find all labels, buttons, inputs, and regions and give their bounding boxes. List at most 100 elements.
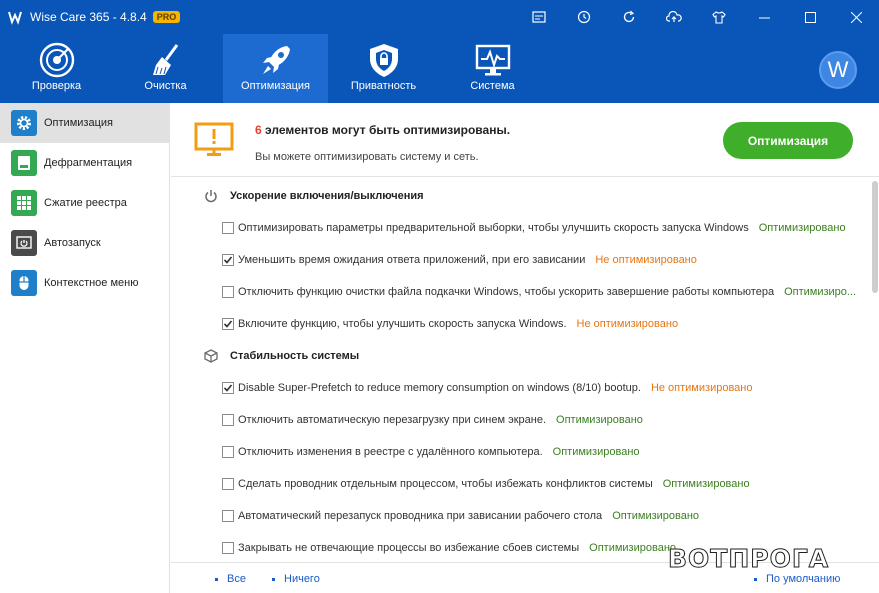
- summary-header: 6 элементов могут быть оптимизированы. В…: [171, 103, 879, 177]
- item-text: Disable Super-Prefetch to reduce memory …: [238, 382, 641, 394]
- broom-icon: [147, 41, 185, 79]
- rocket-icon: [257, 41, 295, 79]
- main-panel: 6 элементов могут быть оптимизированы. В…: [171, 103, 879, 593]
- power-icon: [11, 230, 37, 256]
- item-checkbox[interactable]: [222, 414, 234, 426]
- section-header: Ускорение включения/выключения: [171, 180, 871, 212]
- optimize-button[interactable]: Оптимизация: [723, 122, 853, 159]
- sidebar-item-label: Оптимизация: [44, 117, 113, 129]
- main-nav: Проверка Очистка Оптимизация Приватность…: [0, 34, 879, 103]
- item-text: Уменьшить время ожидания ответа приложен…: [238, 254, 586, 266]
- nav-tab-privacy[interactable]: Приватность: [331, 34, 436, 103]
- nav-tab-cleanup[interactable]: Очистка: [113, 34, 218, 103]
- item-status: Не оптимизировано: [650, 382, 753, 394]
- item-checkbox[interactable]: [222, 510, 234, 522]
- history-icon[interactable]: [561, 0, 606, 34]
- item-status: Оптимизировано: [662, 478, 750, 490]
- shield-icon: [365, 41, 403, 79]
- sidebar-item-registry[interactable]: Сжатие реестра: [0, 183, 169, 223]
- list-item: Отключить функцию очистки файла подкачки…: [171, 276, 871, 308]
- list-item: Отключить изменения в реестре с удалённо…: [171, 436, 871, 468]
- mouse-icon: [11, 270, 37, 296]
- item-status: Оптимизиро...: [784, 286, 857, 298]
- dashboard-icon[interactable]: [516, 0, 561, 34]
- sidebar-item-label: Автозапуск: [44, 237, 101, 249]
- item-checkbox[interactable]: [222, 286, 234, 298]
- nav-tab-label: Очистка: [144, 80, 187, 92]
- sidebar-item-label: Контекстное меню: [44, 277, 139, 289]
- nav-tab-system[interactable]: Система: [440, 34, 545, 103]
- cloud-upload-icon[interactable]: [651, 0, 696, 34]
- nav-tab-label: Система: [470, 80, 515, 92]
- item-text: Отключить функцию очистки файла подкачки…: [238, 286, 775, 298]
- warning-monitor-icon: [194, 122, 234, 163]
- grid-icon: [11, 190, 37, 216]
- item-status: Оптимизировано: [552, 446, 640, 458]
- item-status: Оптимизировано: [612, 510, 700, 522]
- sidebar-item-optimization[interactable]: Оптимизация: [0, 103, 169, 143]
- item-checkbox[interactable]: [222, 446, 234, 458]
- item-status: Не оптимизировано: [595, 254, 697, 266]
- item-text: Включите функцию, чтобы улучшить скорост…: [238, 318, 567, 330]
- refresh-icon[interactable]: [606, 0, 651, 34]
- nav-tab-scan[interactable]: Проверка: [4, 34, 109, 103]
- section-header: Стабильность системы: [171, 340, 871, 372]
- nav-tab-label: Оптимизация: [241, 80, 310, 92]
- item-text: Оптимизировать параметры предварительной…: [238, 222, 749, 234]
- list-item: Включите функцию, чтобы улучшить скорост…: [171, 308, 871, 340]
- item-text: Закрывать не отвечающие процессы во избе…: [238, 542, 580, 554]
- shirt-icon[interactable]: [696, 0, 741, 34]
- sidebar-item-label: Сжатие реестра: [44, 197, 127, 209]
- item-status: Оптимизировано: [556, 414, 643, 426]
- title-bar: Wise Care 365 - 4.8.4 PRO: [0, 0, 879, 34]
- item-checkbox[interactable]: [222, 478, 234, 490]
- item-text: Автоматический перезапуск проводника при…: [238, 510, 603, 522]
- select-none-label: Ничего: [284, 573, 320, 585]
- nav-tab-label: Приватность: [350, 80, 417, 92]
- item-checkbox[interactable]: [222, 542, 234, 554]
- list-item: Оптимизировать параметры предварительной…: [171, 212, 871, 244]
- section-title: Ускорение включения/выключения: [230, 190, 424, 202]
- select-all-link[interactable]: Все: [215, 573, 246, 585]
- list-item: Сделать проводник отдельным процессом, ч…: [171, 468, 871, 500]
- disk-icon: [11, 150, 37, 176]
- summary-headline-text: элементов могут быть оптимизированы.: [261, 123, 511, 137]
- item-checkbox[interactable]: [222, 382, 234, 394]
- default-label: По умолчанию: [766, 573, 841, 585]
- minimize-icon[interactable]: [741, 0, 787, 34]
- monitor-icon: [474, 41, 512, 79]
- nav-tab-optimize[interactable]: Оптимизация: [223, 34, 328, 103]
- app-logo-icon: [6, 8, 24, 26]
- sidebar-item-startup[interactable]: Автозапуск: [0, 223, 169, 263]
- list-item: Отключить автоматическую перезагрузку пр…: [171, 404, 871, 436]
- item-checkbox[interactable]: [222, 222, 234, 234]
- select-none-link[interactable]: Ничего: [272, 573, 320, 585]
- optimization-list: Ускорение включения/выключения Оптимизир…: [171, 178, 879, 562]
- item-text: Отключить автоматическую перезагрузку пр…: [238, 414, 547, 426]
- nav-tab-label: Проверка: [31, 80, 82, 92]
- summary-subtext: Вы можете оптимизировать систему и сеть.: [255, 151, 479, 163]
- list-item: Disable Super-Prefetch to reduce memory …: [171, 372, 871, 404]
- user-avatar[interactable]: W: [819, 51, 857, 89]
- sidebar-item-label: Дефрагментация: [44, 157, 133, 169]
- pro-badge: PRO: [152, 11, 181, 23]
- power-icon: [203, 188, 219, 204]
- cube-icon: [203, 348, 219, 364]
- close-icon[interactable]: [833, 0, 879, 34]
- sidebar-item-defrag[interactable]: Дефрагментация: [0, 143, 169, 183]
- maximize-icon[interactable]: [787, 0, 833, 34]
- list-item: Уменьшить время ожидания ответа приложен…: [171, 244, 871, 276]
- sidebar: Оптимизация Дефрагментация Сжатие реестр…: [0, 103, 170, 593]
- radar-icon: [38, 41, 76, 79]
- item-status: Не оптимизировано: [576, 318, 679, 330]
- select-all-label: Все: [227, 573, 246, 585]
- gear-icon: [11, 110, 37, 136]
- scrollbar-thumb[interactable]: [872, 181, 878, 293]
- item-checkbox[interactable]: [222, 254, 234, 266]
- default-link[interactable]: По умолчанию: [754, 573, 840, 585]
- list-item: Автоматический перезапуск проводника при…: [171, 500, 871, 532]
- list-scrollbar[interactable]: [872, 178, 878, 562]
- summary-headline: 6 элементов могут быть оптимизированы.: [255, 123, 510, 137]
- item-checkbox[interactable]: [222, 318, 234, 330]
- sidebar-item-context-menu[interactable]: Контекстное меню: [0, 263, 169, 303]
